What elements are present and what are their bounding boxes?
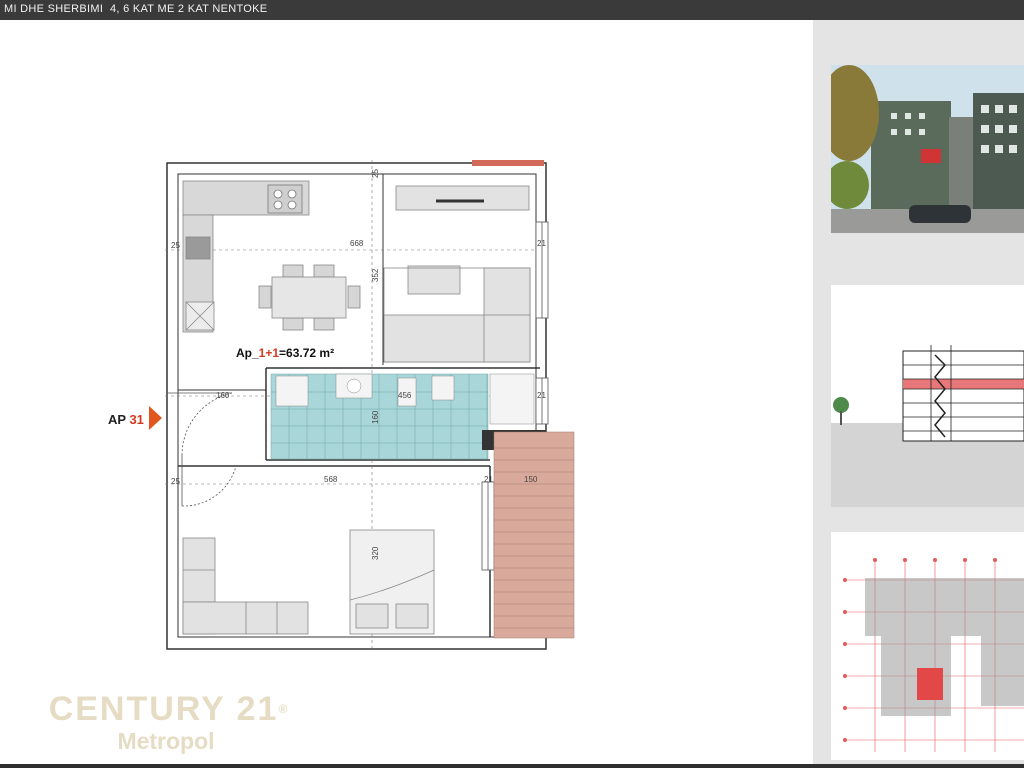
floor-plan: 668 352 160 456 160 568 320 150 25 25 25…: [0, 20, 813, 764]
brand-name: CENTURY 21: [48, 690, 279, 728]
apartment-marker: AP 31: [108, 412, 144, 427]
area-value: =63.72 m²: [279, 346, 335, 360]
dim-160-bath: 160: [371, 410, 380, 424]
apartment-number: 31: [129, 412, 144, 427]
living-room-furniture: [383, 185, 531, 363]
bottom-border: [0, 764, 1024, 768]
dim-25-left: 25: [171, 241, 180, 250]
registered-mark: ®: [278, 702, 290, 716]
entrance-arrow-icon: [149, 406, 162, 430]
area-prefix: Ap_: [236, 346, 259, 360]
dining-table: [258, 264, 361, 331]
top-bar: MI DHE SHERBIMI 4, 6 KAT ME 2 KAT NENTOK…: [0, 0, 1024, 20]
dim-320: 320: [371, 546, 380, 560]
apartment-label: AP: [108, 412, 126, 427]
dim-21-a: 21: [537, 239, 546, 248]
bedroom-furniture: [182, 529, 435, 635]
area-type: 1+1: [258, 346, 280, 360]
dim-25-mid: 25: [171, 477, 180, 486]
dim-160-corridor: 160: [216, 391, 230, 400]
thumbnail-building-section[interactable]: [831, 285, 1024, 507]
document-title: MI DHE SHERBIMI 4, 6 KAT ME 2 KAT NENTOK…: [4, 3, 268, 15]
thumbnail-building-photo[interactable]: [831, 65, 1024, 233]
balcony: [493, 431, 575, 639]
dim-21-c: 21: [484, 475, 493, 484]
dim-21-b: 21: [537, 391, 546, 400]
brand-office: Metropol: [117, 728, 215, 754]
dim-25-top: 25: [371, 169, 380, 178]
brand-logo: CENTURY 21® Metropol: [44, 690, 294, 754]
dim-668: 668: [350, 239, 364, 248]
dim-352: 352: [371, 268, 380, 282]
dim-568: 568: [324, 475, 338, 484]
apartment-area-label: Ap_1+1=63.72 m²: [236, 346, 334, 360]
thumbnail-floor-overview[interactable]: [831, 532, 1024, 760]
dim-150: 150: [524, 475, 538, 484]
dim-456: 456: [398, 391, 412, 400]
cooktop-icon: [267, 184, 303, 214]
